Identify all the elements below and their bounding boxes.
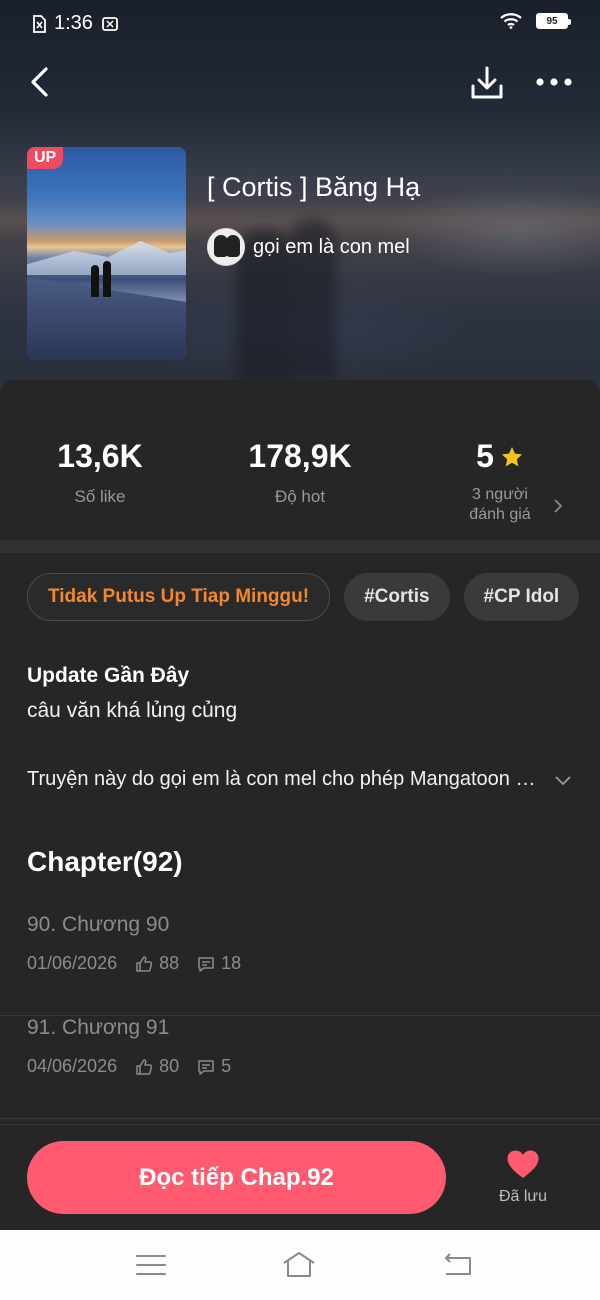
menu-icon[interactable] xyxy=(134,1250,168,1280)
recent-update-heading: Update Gần Đây xyxy=(27,664,190,687)
row-divider xyxy=(0,1118,600,1119)
chapter-comments: 18 xyxy=(197,953,241,974)
sim-off-icon xyxy=(33,14,46,33)
stat-value: 178,9K xyxy=(248,438,352,474)
chapter-row[interactable]: 90. Chương 90 01/06/2026 88 18 xyxy=(0,913,600,1016)
tag-cp-idol[interactable]: #CP Idol xyxy=(463,573,580,621)
stat-label: Độ hot xyxy=(274,487,326,506)
cover-person xyxy=(103,261,111,297)
description-row[interactable]: Truyện này do gọi em là con mel cho phép… xyxy=(27,768,573,791)
chapter-title[interactable]: 90. Chương 90 xyxy=(27,913,169,937)
chapter-comments: 5 xyxy=(197,1056,231,1077)
chapter-row[interactable]: 91. Chương 91 04/06/2026 80 5 xyxy=(0,1016,600,1119)
chapter-likes: 80 xyxy=(135,1056,179,1077)
home-icon[interactable] xyxy=(282,1250,316,1280)
stat-hot: 178,9K Độ hot xyxy=(200,438,400,507)
cover-person xyxy=(91,265,99,297)
chapter-likes: 88 xyxy=(135,953,179,974)
screen-record-icon xyxy=(102,16,118,31)
status-left: 1:36 xyxy=(32,12,119,35)
section-divider xyxy=(0,540,600,553)
author-name[interactable]: gọi em là con mel xyxy=(253,236,410,259)
like-count: 88 xyxy=(159,953,180,973)
stat-label: Số like xyxy=(74,487,126,506)
status-bar: 1:36 95 xyxy=(0,0,600,46)
rating-value-row: 5 xyxy=(400,438,600,475)
saved-label: Đã lưu xyxy=(498,1188,548,1205)
stat-value: 5 xyxy=(476,438,494,474)
thumbs-up-icon xyxy=(136,1058,153,1075)
tag-promo[interactable]: Tidak Putus Up Tiap Minggu! xyxy=(27,573,331,621)
author-row[interactable]: gọi em là con mel xyxy=(207,228,410,266)
saved-button[interactable]: Đã lưu xyxy=(482,1149,564,1206)
author-avatar[interactable] xyxy=(207,228,245,266)
stats-row: 13,6K Số like 178,9K Độ hot 5 3 người đá… xyxy=(0,380,600,540)
download-icon[interactable] xyxy=(468,64,506,102)
comment-count: 18 xyxy=(221,953,242,973)
more-options-icon[interactable] xyxy=(534,70,574,94)
chapter-list-heading: Chapter(92) xyxy=(27,846,183,877)
comment-icon xyxy=(198,956,214,972)
chapter-title[interactable]: 91. Chương 91 xyxy=(27,1016,169,1040)
chapter-meta: 01/06/2026 88 18 xyxy=(27,953,241,974)
chevron-down-icon[interactable] xyxy=(553,773,573,787)
star-icon xyxy=(501,446,523,466)
chapter-date: 01/06/2026 xyxy=(27,953,118,973)
battery-indicator: 95 xyxy=(536,13,571,29)
status-time: 1:36 xyxy=(54,12,93,34)
description-text[interactable]: Truyện này do gọi em là con mel cho phép… xyxy=(27,768,542,791)
tag-cortis[interactable]: #Cortis xyxy=(344,573,450,621)
book-title: [ Cortis ] Băng Hạ xyxy=(207,172,421,202)
continue-reading-button[interactable]: Đọc tiếp Chap.92 xyxy=(27,1141,446,1214)
comment-count: 5 xyxy=(221,1056,232,1076)
tag-list: Tidak Putus Up Tiap Minggu! #Cortis #CP … xyxy=(27,573,580,621)
back-arrow-icon[interactable] xyxy=(24,64,60,100)
book-cover[interactable] xyxy=(27,147,186,360)
stat-label: 3 người đánh giá xyxy=(469,486,531,523)
chapter-meta: 04/06/2026 80 5 xyxy=(27,1056,231,1077)
wifi-icon xyxy=(500,13,522,29)
thumbs-up-icon xyxy=(136,955,153,972)
update-badge: UP xyxy=(27,147,64,169)
like-count: 80 xyxy=(159,1056,180,1076)
chevron-right-icon[interactable] xyxy=(552,498,564,514)
stat-likes: 13,6K Số like xyxy=(0,438,200,507)
heart-icon[interactable] xyxy=(506,1149,540,1179)
system-navigation-bar xyxy=(0,1230,600,1300)
chapter-date: 04/06/2026 xyxy=(27,1056,118,1076)
status-right: 95 xyxy=(500,13,571,29)
comment-icon xyxy=(198,1059,214,1075)
stat-value: 13,6K xyxy=(57,438,143,474)
bottom-action-bar: Đọc tiếp Chap.92 Đã lưu xyxy=(0,1124,600,1230)
back-nav-icon[interactable] xyxy=(440,1250,474,1280)
stat-rating[interactable]: 5 3 người đánh giá xyxy=(400,438,600,525)
recent-update-text: câu văn khá lủng củng xyxy=(27,699,238,722)
